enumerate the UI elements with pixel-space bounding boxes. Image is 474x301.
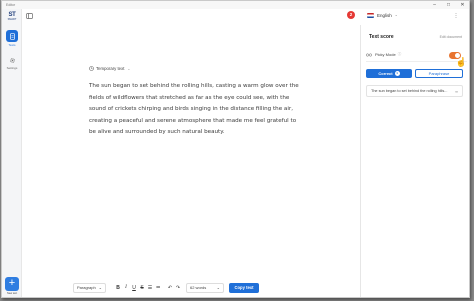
word-count-select[interactable]: 62 words ⌄ [186, 282, 224, 293]
window-title: Editor [6, 3, 16, 7]
title-bar: Editor – □ ✕ [2, 1, 469, 9]
header-actions: 2 English ⌄ [347, 11, 398, 19]
tab-paraphrase[interactable]: Paraphrase [415, 69, 463, 78]
more-menu-icon[interactable]: · · · [455, 11, 457, 21]
document-tag-select[interactable]: Temporary text ⌄ [89, 66, 130, 71]
chevron-down-icon: ⌄ [216, 285, 220, 290]
suggestion-card[interactable]: The sun began to set behind the rolling … [366, 85, 463, 97]
edit-document-link[interactable]: Edit document [440, 35, 462, 39]
undo-icon[interactable]: ↶ [166, 285, 174, 291]
glasses-icon: ∞ [455, 88, 458, 94]
maximize-icon[interactable]: □ [445, 2, 452, 8]
language-label: English [377, 12, 392, 18]
rail-item-settings[interactable] [6, 54, 18, 66]
copy-text-button[interactable]: Copy text [229, 282, 259, 293]
notification-badge[interactable]: 2 [347, 11, 355, 19]
chevron-down-icon: ⌄ [98, 285, 102, 290]
tab-correct[interactable]: Correct 1 [366, 69, 412, 78]
hand-cursor-icon: ☝ [455, 57, 467, 67]
flag-icon [367, 12, 374, 18]
strikethrough-icon[interactable]: S [138, 285, 146, 291]
numbered-list-icon[interactable]: ≔ [154, 285, 162, 291]
picky-mode-row: Picky Mode ⓘ ☝ [366, 48, 467, 67]
new-text-button[interactable]: + [5, 277, 19, 291]
tab-correct-count: 1 [394, 71, 400, 76]
panel-tabs: Correct 1 Paraphrase [366, 69, 463, 78]
language-select[interactable]: English ⌄ [367, 12, 398, 18]
chevron-down-icon: ⌄ [127, 66, 131, 71]
tab-correct-label: Correct [378, 71, 393, 76]
minimize-icon[interactable]: – [431, 2, 438, 8]
info-icon[interactable]: ⓘ [398, 52, 402, 57]
gear-icon [9, 57, 15, 63]
score-panel: Text score Edit document Picky Mode ⓘ ☝ … [360, 25, 469, 297]
bulleted-list-icon[interactable]: ☰ [146, 285, 154, 291]
rail-item-settings-label: Settings [6, 66, 18, 70]
sidebar-toggle-icon[interactable] [26, 13, 33, 19]
document-icon [9, 32, 15, 40]
glasses-icon [366, 53, 372, 56]
redo-icon[interactable]: ↷ [174, 285, 182, 291]
app-window: Editor – □ ✕ ST SMART Texts Settings + N… [1, 0, 470, 298]
clock-icon [89, 66, 94, 71]
picky-mode-label: Picky Mode [375, 52, 396, 57]
paragraph-style-label: Paragraph [77, 285, 96, 290]
logo-subtitle: SMART [7, 18, 17, 21]
app-logo: ST SMART [5, 12, 19, 24]
format-toolbar: Paragraph ⌄ B I U S ☰ ≔ ↶ ↷ 62 words ⌄ C… [73, 282, 259, 293]
rail-item-texts[interactable] [6, 30, 18, 42]
chevron-down-icon: ⌄ [394, 13, 398, 17]
close-icon[interactable]: ✕ [459, 2, 466, 8]
word-count-label: 62 words [190, 285, 207, 290]
paragraph-style-select[interactable]: Paragraph ⌄ [73, 282, 106, 293]
tab-paraphrase-label: Paraphrase [428, 71, 450, 76]
new-text-label: New text [6, 292, 18, 295]
underline-icon[interactable]: U [130, 285, 138, 291]
bold-icon[interactable]: B [114, 285, 122, 291]
suggestion-text: The sun began to set behind the rolling … [371, 89, 448, 93]
document-tag-label: Temporary text [96, 66, 125, 71]
text-editor[interactable]: The sun began to set behind the rolling … [89, 81, 304, 139]
window-controls: – □ ✕ [431, 2, 466, 8]
italic-icon[interactable]: I [122, 285, 130, 290]
panel-title: Text score [369, 34, 394, 40]
left-rail: ST SMART Texts Settings + New text [2, 9, 22, 297]
rail-item-texts-label: Texts [8, 43, 16, 47]
